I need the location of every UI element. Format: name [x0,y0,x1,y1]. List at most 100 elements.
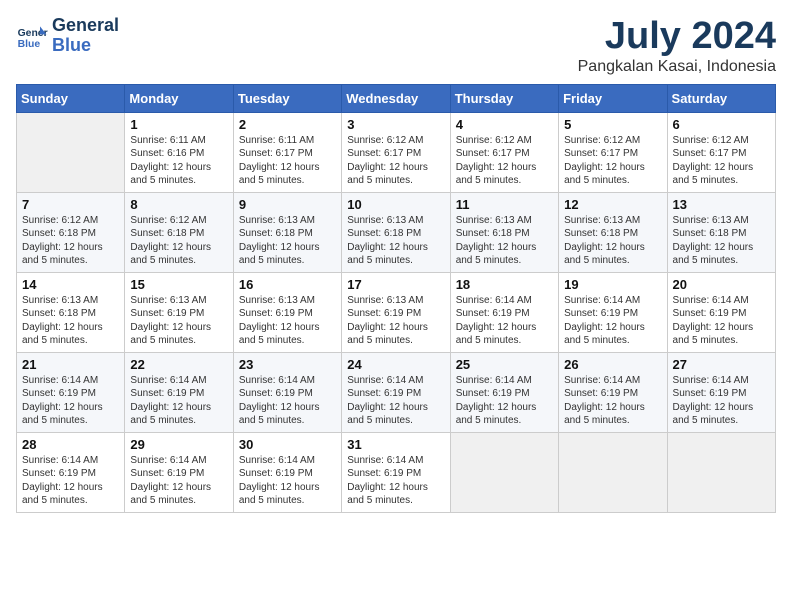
sunrise-text: Sunrise: 6:12 AM [564,135,640,146]
day-number: 14 [22,277,119,292]
day-number: 25 [456,357,553,372]
day-info: Sunrise: 6:11 AM Sunset: 6:17 PM Dayligh… [239,134,336,188]
daylight-text: Daylight: 12 hours and 5 minutes. [673,242,754,267]
sunset-text: Sunset: 6:19 PM [456,388,530,399]
sunset-text: Sunset: 6:18 PM [456,228,530,239]
day-info: Sunrise: 6:13 AM Sunset: 6:18 PM Dayligh… [239,214,336,268]
daylight-text: Daylight: 12 hours and 5 minutes. [347,242,428,267]
daylight-text: Daylight: 12 hours and 5 minutes. [564,402,645,427]
calendar-day-cell: 28 Sunrise: 6:14 AM Sunset: 6:19 PM Dayl… [17,432,125,512]
sunrise-text: Sunrise: 6:11 AM [130,135,205,146]
calendar-day-cell: 17 Sunrise: 6:13 AM Sunset: 6:19 PM Dayl… [342,272,450,352]
weekday-header-cell: Tuesday [233,84,341,112]
calendar-day-cell: 31 Sunrise: 6:14 AM Sunset: 6:19 PM Dayl… [342,432,450,512]
page-header: General Blue General Blue July 2024 Pang… [16,16,776,76]
calendar-week-row: 14 Sunrise: 6:13 AM Sunset: 6:18 PM Dayl… [17,272,776,352]
day-number: 20 [673,277,770,292]
sunrise-text: Sunrise: 6:13 AM [564,215,640,226]
sunrise-text: Sunrise: 6:14 AM [456,375,532,386]
day-number: 24 [347,357,444,372]
day-info: Sunrise: 6:12 AM Sunset: 6:17 PM Dayligh… [564,134,661,188]
day-number: 23 [239,357,336,372]
calendar-day-cell: 7 Sunrise: 6:12 AM Sunset: 6:18 PM Dayli… [17,192,125,272]
sunrise-text: Sunrise: 6:12 AM [130,215,206,226]
sunrise-text: Sunrise: 6:13 AM [347,295,423,306]
sunset-text: Sunset: 6:18 PM [130,228,204,239]
calendar-day-cell: 25 Sunrise: 6:14 AM Sunset: 6:19 PM Dayl… [450,352,558,432]
sunset-text: Sunset: 6:19 PM [564,308,638,319]
sunset-text: Sunset: 6:19 PM [239,388,313,399]
sunrise-text: Sunrise: 6:13 AM [130,295,206,306]
sunrise-text: Sunrise: 6:13 AM [239,215,315,226]
title-block: July 2024 Pangkalan Kasai, Indonesia [578,16,776,76]
day-info: Sunrise: 6:12 AM Sunset: 6:18 PM Dayligh… [130,214,227,268]
day-number: 12 [564,197,661,212]
sunrise-text: Sunrise: 6:13 AM [347,215,423,226]
calendar-week-row: 28 Sunrise: 6:14 AM Sunset: 6:19 PM Dayl… [17,432,776,512]
sunrise-text: Sunrise: 6:13 AM [22,295,98,306]
sunrise-text: Sunrise: 6:12 AM [456,135,532,146]
sunset-text: Sunset: 6:19 PM [130,468,204,479]
calendar-body: 1 Sunrise: 6:11 AM Sunset: 6:16 PM Dayli… [17,112,776,512]
weekday-header-row: SundayMondayTuesdayWednesdayThursdayFrid… [17,84,776,112]
daylight-text: Daylight: 12 hours and 5 minutes. [130,242,211,267]
day-info: Sunrise: 6:13 AM Sunset: 6:18 PM Dayligh… [564,214,661,268]
calendar-day-cell: 29 Sunrise: 6:14 AM Sunset: 6:19 PM Dayl… [125,432,233,512]
day-number: 7 [22,197,119,212]
day-info: Sunrise: 6:13 AM Sunset: 6:18 PM Dayligh… [22,294,119,348]
daylight-text: Daylight: 12 hours and 5 minutes. [347,482,428,507]
sunrise-text: Sunrise: 6:14 AM [22,455,98,466]
daylight-text: Daylight: 12 hours and 5 minutes. [130,322,211,347]
calendar-day-cell: 26 Sunrise: 6:14 AM Sunset: 6:19 PM Dayl… [559,352,667,432]
daylight-text: Daylight: 12 hours and 5 minutes. [673,322,754,347]
sunset-text: Sunset: 6:17 PM [239,148,313,159]
sunset-text: Sunset: 6:19 PM [564,388,638,399]
calendar-day-cell [667,432,775,512]
calendar-day-cell: 20 Sunrise: 6:14 AM Sunset: 6:19 PM Dayl… [667,272,775,352]
day-info: Sunrise: 6:12 AM Sunset: 6:17 PM Dayligh… [347,134,444,188]
month-title: July 2024 [578,16,776,58]
day-info: Sunrise: 6:14 AM Sunset: 6:19 PM Dayligh… [347,374,444,428]
day-number: 18 [456,277,553,292]
day-info: Sunrise: 6:14 AM Sunset: 6:19 PM Dayligh… [22,374,119,428]
sunrise-text: Sunrise: 6:14 AM [456,295,532,306]
sunrise-text: Sunrise: 6:12 AM [673,135,749,146]
day-info: Sunrise: 6:12 AM Sunset: 6:17 PM Dayligh… [673,134,770,188]
sunset-text: Sunset: 6:17 PM [456,148,530,159]
calendar-day-cell: 13 Sunrise: 6:13 AM Sunset: 6:18 PM Dayl… [667,192,775,272]
sunrise-text: Sunrise: 6:14 AM [239,455,315,466]
day-info: Sunrise: 6:13 AM Sunset: 6:19 PM Dayligh… [347,294,444,348]
sunrise-text: Sunrise: 6:12 AM [22,215,98,226]
daylight-text: Daylight: 12 hours and 5 minutes. [130,162,211,187]
sunset-text: Sunset: 6:19 PM [456,308,530,319]
day-info: Sunrise: 6:14 AM Sunset: 6:19 PM Dayligh… [673,374,770,428]
day-number: 10 [347,197,444,212]
sunset-text: Sunset: 6:17 PM [673,148,747,159]
location-title: Pangkalan Kasai, Indonesia [578,58,776,76]
day-info: Sunrise: 6:13 AM Sunset: 6:18 PM Dayligh… [347,214,444,268]
calendar-day-cell: 11 Sunrise: 6:13 AM Sunset: 6:18 PM Dayl… [450,192,558,272]
day-number: 27 [673,357,770,372]
calendar-day-cell: 23 Sunrise: 6:14 AM Sunset: 6:19 PM Dayl… [233,352,341,432]
sunrise-text: Sunrise: 6:14 AM [347,375,423,386]
day-number: 21 [22,357,119,372]
sunrise-text: Sunrise: 6:13 AM [239,295,315,306]
calendar-day-cell [450,432,558,512]
sunrise-text: Sunrise: 6:14 AM [130,455,206,466]
day-info: Sunrise: 6:14 AM Sunset: 6:19 PM Dayligh… [130,454,227,508]
calendar-day-cell: 19 Sunrise: 6:14 AM Sunset: 6:19 PM Dayl… [559,272,667,352]
sunrise-text: Sunrise: 6:14 AM [564,295,640,306]
day-info: Sunrise: 6:14 AM Sunset: 6:19 PM Dayligh… [564,294,661,348]
calendar-day-cell: 30 Sunrise: 6:14 AM Sunset: 6:19 PM Dayl… [233,432,341,512]
weekday-header-cell: Thursday [450,84,558,112]
day-info: Sunrise: 6:14 AM Sunset: 6:19 PM Dayligh… [239,454,336,508]
day-info: Sunrise: 6:11 AM Sunset: 6:16 PM Dayligh… [130,134,227,188]
daylight-text: Daylight: 12 hours and 5 minutes. [22,402,103,427]
sunset-text: Sunset: 6:19 PM [130,388,204,399]
calendar-day-cell: 2 Sunrise: 6:11 AM Sunset: 6:17 PM Dayli… [233,112,341,192]
sunset-text: Sunset: 6:17 PM [347,148,421,159]
sunset-text: Sunset: 6:19 PM [239,308,313,319]
sunset-text: Sunset: 6:17 PM [564,148,638,159]
calendar-week-row: 21 Sunrise: 6:14 AM Sunset: 6:19 PM Dayl… [17,352,776,432]
calendar-day-cell: 4 Sunrise: 6:12 AM Sunset: 6:17 PM Dayli… [450,112,558,192]
